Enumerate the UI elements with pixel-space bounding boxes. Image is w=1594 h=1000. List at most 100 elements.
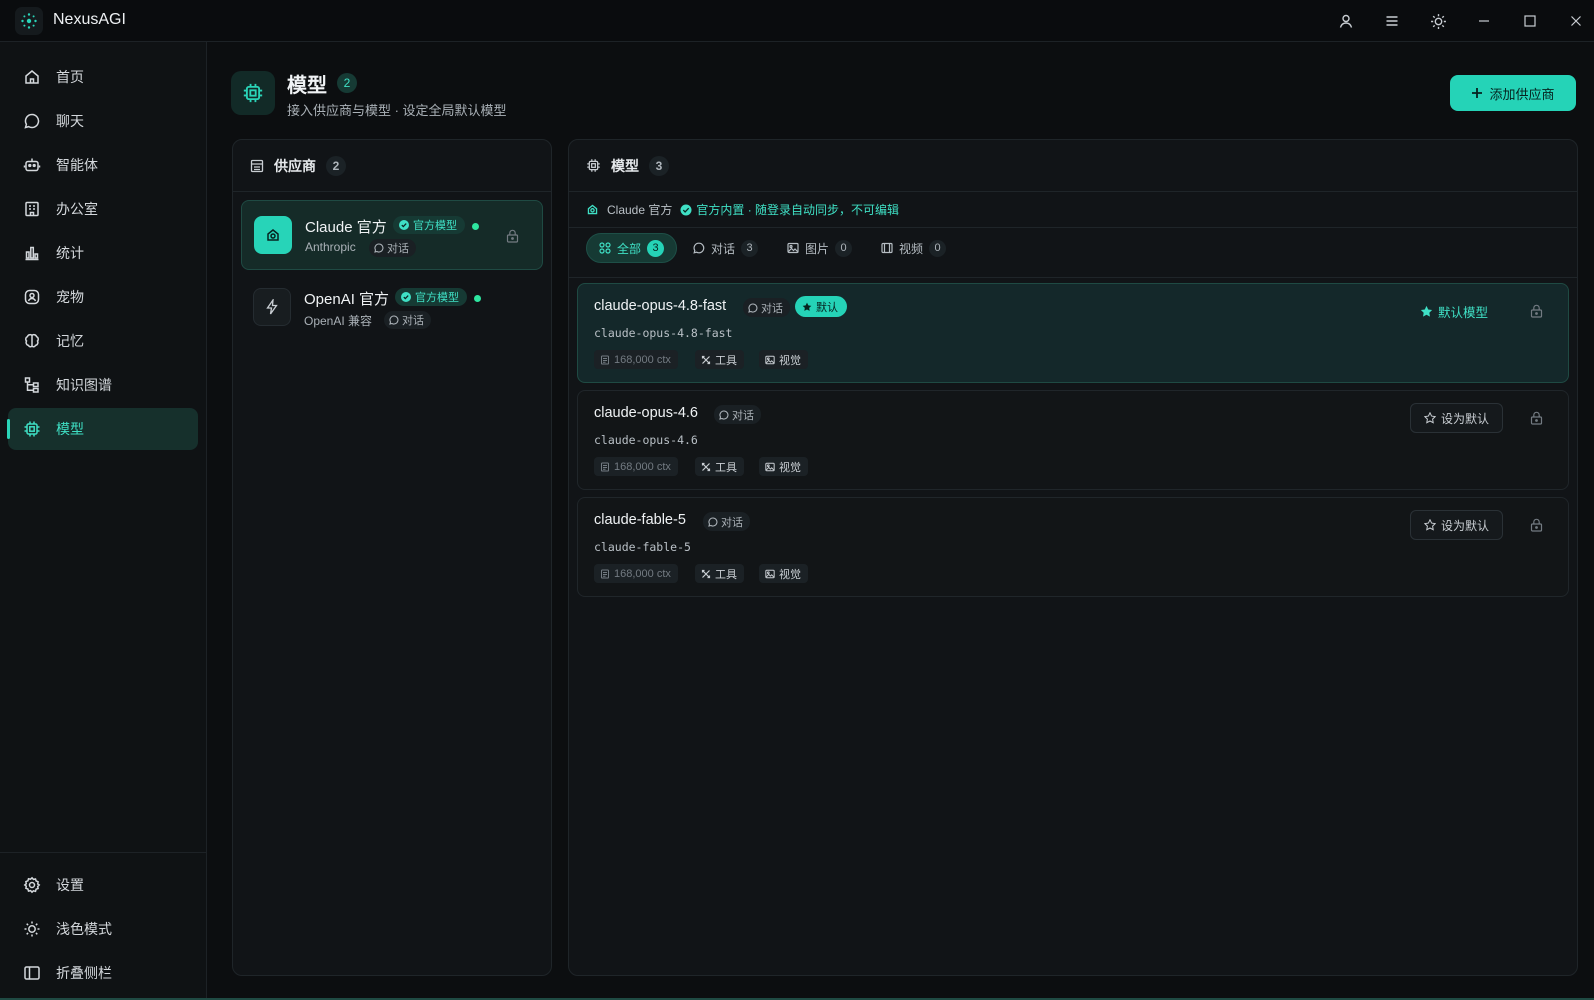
vision-chip: 视觉: [759, 350, 808, 369]
providers-count-badge: 2: [326, 155, 346, 176]
minimize-icon[interactable]: [1474, 11, 1494, 31]
tool-chip: 工具: [695, 350, 744, 369]
model-card[interactable]: claude-opus-4.8-fast 对话 默认 claude-opus-4…: [577, 283, 1569, 383]
star-outline-icon: [1423, 519, 1436, 531]
anthropic-logo-icon: [254, 216, 292, 254]
model-card[interactable]: claude-opus-4.6 对话 claude-opus-4.6 168,0…: [577, 390, 1569, 490]
provider-info-bar: Claude 官方 官方内置 · 随登录自动同步，不可编辑: [569, 192, 1577, 228]
provider-card-claude[interactable]: Claude 官方 官方模型 Anthropic 对话: [241, 200, 543, 270]
context-chip: 168,000 ctx: [594, 457, 678, 476]
plus-icon: [1471, 87, 1483, 99]
chat-bubble-icon: [374, 243, 384, 253]
chat-capability-chip: 对话: [384, 311, 431, 329]
chat-capability-chip: 对话: [743, 298, 790, 317]
bar-chart-icon: [22, 243, 42, 263]
provider-name: Claude 官方: [305, 219, 387, 236]
image-icon: [787, 242, 799, 254]
sidebar-item-label: 设置: [56, 877, 84, 893]
check-badge-icon: [399, 220, 409, 230]
provider-info-name: Claude 官方: [607, 203, 673, 217]
model-card[interactable]: claude-fable-5 对话 claude-fable-5 168,000…: [577, 497, 1569, 597]
sidebar-collapse-icon: [22, 963, 42, 983]
app-title: NexusAGI: [53, 11, 126, 28]
lock-icon: [1530, 304, 1543, 318]
user-icon[interactable]: [1336, 11, 1356, 31]
sidebar-item-chat[interactable]: 聊天: [8, 100, 198, 142]
chat-bubble-icon: [22, 111, 42, 131]
add-provider-button[interactable]: 添加供应商: [1450, 75, 1576, 111]
status-dot: [472, 223, 479, 230]
sidebar-item-agents[interactable]: 智能体: [8, 144, 198, 186]
sidebar-item-settings[interactable]: 设置: [8, 864, 198, 906]
sidebar-item-collapse[interactable]: 折叠侧栏: [8, 952, 198, 994]
chip-icon: [586, 158, 601, 173]
check-circle-icon: [680, 204, 692, 216]
sidebar-divider: [0, 852, 206, 853]
vision-chip: 视觉: [759, 564, 808, 583]
lock-icon: [506, 229, 519, 243]
image-icon: [765, 462, 775, 472]
sidebar-item-memory[interactable]: 记忆: [8, 320, 198, 362]
building-icon: [22, 199, 42, 219]
page-chip-icon: [231, 71, 275, 115]
providers-panel: 供应商 2 Claude 官方 官方模型 Anthropic 对话 OpenAI…: [232, 139, 552, 976]
sidebar-item-knowledge-graph[interactable]: 知识图谱: [8, 364, 198, 406]
tab-image[interactable]: 图片 0: [775, 233, 864, 263]
sun-icon: [22, 919, 42, 939]
sidebar-item-label: 办公室: [56, 201, 98, 217]
menu-icon[interactable]: [1382, 11, 1402, 31]
sidebar-item-models[interactable]: 模型: [7, 408, 198, 450]
sidebar-item-label: 宠物: [56, 289, 84, 305]
model-id: claude-fable-5: [594, 540, 691, 554]
default-badge: 默认: [795, 296, 847, 317]
providers-title: 供应商: [274, 157, 316, 174]
status-dot: [474, 295, 481, 302]
set-default-button[interactable]: 设为默认: [1410, 510, 1503, 540]
sidebar-item-label: 聊天: [56, 113, 84, 129]
add-provider-label: 添加供应商: [1489, 86, 1555, 102]
tools-icon: [701, 355, 711, 365]
lock-icon: [1530, 518, 1543, 532]
sidebar-item-stats[interactable]: 统计: [8, 232, 198, 274]
film-icon: [881, 242, 893, 254]
tab-video[interactable]: 视频 0: [869, 233, 958, 263]
theme-sun-icon[interactable]: [1428, 11, 1448, 31]
provider-card-openai[interactable]: OpenAI 官方 官方模型 OpenAI 兼容 对话: [241, 273, 543, 343]
tools-icon: [701, 569, 711, 579]
gear-icon: [22, 875, 42, 895]
sidebar-item-light-mode[interactable]: 浅色模式: [8, 908, 198, 950]
sidebar-item-office[interactable]: 办公室: [8, 188, 198, 230]
model-name: claude-opus-4.6: [594, 405, 698, 421]
robot-icon: [22, 155, 42, 175]
sidebar-item-label: 知识图谱: [56, 377, 112, 393]
lightning-icon: [253, 288, 291, 326]
chip-icon: [22, 419, 42, 439]
check-badge-icon: [401, 292, 411, 302]
chat-bubble-icon: [748, 302, 758, 313]
tab-chat[interactable]: 对话 3: [681, 233, 770, 263]
maximize-icon[interactable]: [1520, 11, 1540, 31]
sidebar-item-label: 模型: [56, 421, 84, 437]
model-name: claude-opus-4.8-fast: [594, 298, 727, 314]
sidebar-item-home[interactable]: 首页: [8, 56, 198, 98]
sidebar-item-label: 智能体: [56, 157, 98, 173]
title-bar: NexusAGI: [0, 0, 1594, 42]
brain-icon: [22, 331, 42, 351]
page-title: 模型: [287, 75, 327, 97]
star-filled-icon: [1420, 305, 1433, 318]
chat-capability-chip: 对话: [703, 512, 750, 531]
app-logo-icon: [15, 7, 43, 35]
sidebar-item-label: 统计: [56, 245, 84, 261]
tab-all[interactable]: 全部 3: [586, 233, 678, 263]
official-tag: 官方模型: [395, 288, 467, 306]
document-icon: [600, 355, 610, 365]
image-icon: [765, 569, 775, 579]
sidebar-item-pet[interactable]: 宠物: [8, 276, 198, 318]
chat-capability-chip: 对话: [714, 405, 761, 424]
lock-icon: [1530, 411, 1543, 425]
set-default-button[interactable]: 设为默认: [1410, 403, 1503, 433]
provider-subtitle: Anthropic: [305, 240, 356, 254]
close-icon[interactable]: [1566, 11, 1586, 31]
models-title: 模型: [611, 157, 639, 174]
model-name: claude-fable-5: [594, 512, 686, 528]
